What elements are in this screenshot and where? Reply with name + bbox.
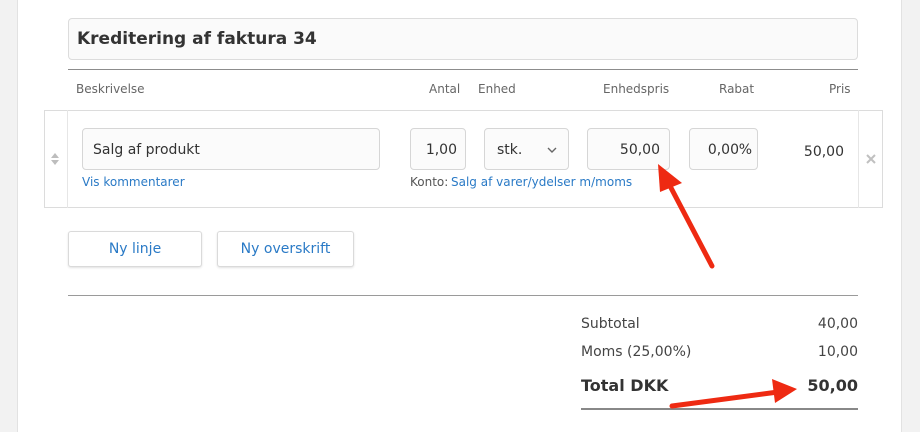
red-arrow-icon xyxy=(669,379,797,409)
red-arrow-icon xyxy=(658,164,715,269)
annotation-overlay xyxy=(658,164,797,409)
